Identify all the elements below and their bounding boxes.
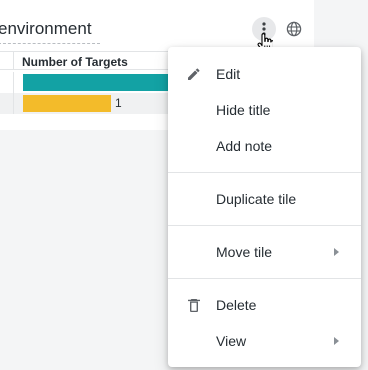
- column-divider: [13, 72, 14, 93]
- menu-divider: [168, 172, 361, 173]
- menu-item-label: Delete: [216, 297, 257, 313]
- globe-button[interactable]: [282, 17, 306, 41]
- globe-icon: [286, 21, 302, 37]
- column-divider: [13, 52, 14, 69]
- submenu-arrow-icon: [334, 248, 339, 256]
- menu-divider: [168, 225, 361, 226]
- menu-item-delete[interactable]: Delete: [168, 287, 361, 323]
- menu-item-hide-title[interactable]: Hide title: [168, 92, 361, 128]
- tile-title[interactable]: environment: [0, 19, 100, 44]
- menu-item-label: Add note: [216, 138, 273, 154]
- menu-item-duplicate-tile[interactable]: Duplicate tile: [168, 181, 361, 217]
- tile-actions-menu: Edit Hide title Add note Duplicate tile …: [168, 47, 361, 367]
- column-divider: [13, 93, 14, 114]
- menu-item-label: Hide title: [216, 102, 271, 118]
- menu-item-edit[interactable]: Edit: [168, 56, 361, 92]
- bar-row-2: [23, 95, 111, 112]
- menu-item-add-note[interactable]: Add note: [168, 128, 361, 164]
- menu-item-move-tile[interactable]: Move tile: [168, 234, 361, 270]
- trash-icon: [185, 296, 203, 314]
- submenu-arrow-icon: [334, 337, 339, 345]
- menu-item-label: Move tile: [216, 244, 273, 260]
- menu-divider: [168, 278, 361, 279]
- column-header-label[interactable]: Number of Targets: [22, 55, 128, 69]
- menu-item-view[interactable]: View: [168, 323, 361, 359]
- menu-item-label: View: [216, 333, 247, 349]
- bar-value-label: 1: [115, 96, 122, 110]
- menu-item-label: Edit: [216, 66, 241, 82]
- pencil-icon: [185, 65, 203, 83]
- menu-item-label: Duplicate tile: [216, 191, 297, 207]
